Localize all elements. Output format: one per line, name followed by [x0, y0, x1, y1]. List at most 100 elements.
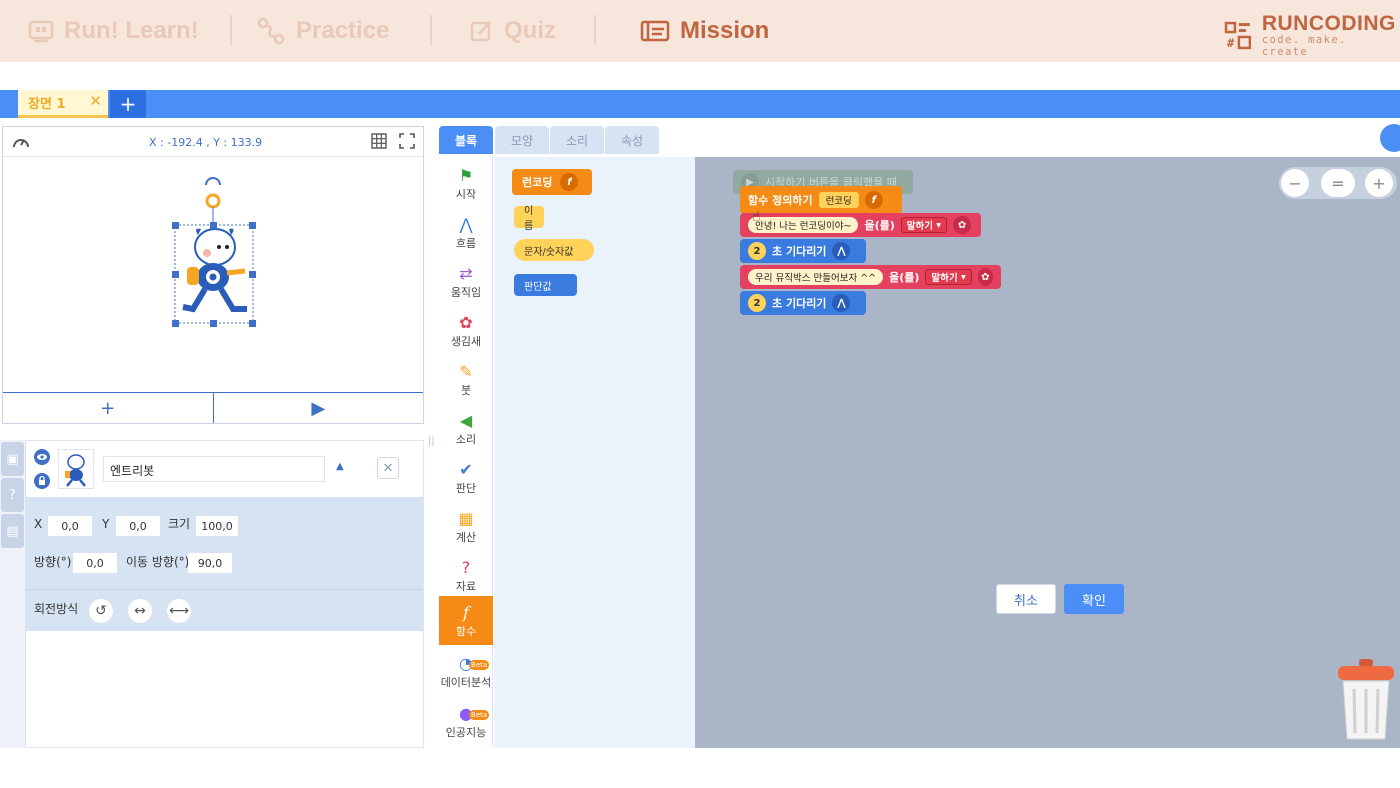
- question-icon: ?: [461, 557, 471, 577]
- wait-seconds-input[interactable]: 2: [748, 294, 766, 312]
- category-data[interactable]: ? 자료: [439, 551, 493, 600]
- say-block[interactable]: 우리 뮤직박스 만들어보자 ^^ 을(를) 말하기 ▾ ✿: [740, 265, 1001, 289]
- console-tab-icon[interactable]: ▤: [1, 514, 24, 548]
- zoom-controls: − = +: [1279, 167, 1397, 199]
- nav-divider: [430, 15, 432, 45]
- zoom-reset-button[interactable]: =: [1321, 169, 1355, 197]
- add-scene-button[interactable]: +: [110, 90, 146, 118]
- mouse-coordinates: X : -192.4 , Y : 133.9: [149, 136, 263, 149]
- category-ai[interactable]: ● Beta 인공지능: [439, 697, 493, 746]
- stage-canvas[interactable]: [3, 157, 423, 393]
- nav-divider: [594, 15, 596, 45]
- category-flow[interactable]: ⋀ 흐름: [439, 208, 493, 257]
- collapse-triangle-icon[interactable]: ▲: [336, 461, 344, 472]
- rotation-label: 회전방식: [34, 602, 79, 616]
- confirm-button[interactable]: 확인: [1064, 584, 1124, 614]
- rotate-free-icon[interactable]: ↺: [89, 599, 113, 623]
- fullscreen-icon[interactable]: [399, 133, 415, 149]
- object-side-tabs: ▣ ? ▤: [0, 440, 25, 748]
- palette-name-block[interactable]: 이름: [514, 206, 544, 232]
- check-icon: ✔: [459, 459, 473, 479]
- lock-icon[interactable]: [34, 473, 50, 489]
- object-header: 엔트리봇 ▲ ✕: [26, 441, 423, 497]
- rotate-none-icon[interactable]: ⟷: [167, 599, 191, 623]
- nav-run-learn-label: Run! Learn!: [64, 17, 199, 44]
- stage-resize-handle[interactable]: ||: [428, 436, 435, 454]
- flow-icon: ⋀: [459, 214, 473, 234]
- category-function[interactable]: f 함수: [439, 596, 493, 645]
- calculator-icon: ▦: [458, 508, 474, 528]
- code-workspace[interactable]: ▶ 시작하기 버튼을 클릭했을 때 함수 정의하기 런코딩 f 안녕! 나는 런…: [695, 157, 1400, 748]
- trash-can-icon[interactable]: [1335, 657, 1397, 743]
- scene-tab[interactable]: 장면 1 ✕: [18, 90, 108, 118]
- wait-block[interactable]: 2 초 기다리기 ⋀: [740, 291, 866, 315]
- say-text-input[interactable]: 안녕! 나는 런코딩이야~: [748, 217, 859, 233]
- palette-function-block[interactable]: 런코딩 f: [512, 169, 592, 195]
- objects-tab-icon[interactable]: ▣: [1, 442, 24, 476]
- zoom-out-button[interactable]: −: [1281, 169, 1309, 197]
- say-mode-dropdown[interactable]: 말하기 ▾: [900, 217, 948, 233]
- close-icon[interactable]: ✕: [89, 92, 102, 110]
- delete-object-button[interactable]: ✕: [377, 457, 399, 479]
- category-sound[interactable]: ◀ 소리: [439, 404, 493, 453]
- category-judge[interactable]: ✔ 판단: [439, 453, 493, 502]
- beta-badge: Beta: [469, 659, 490, 670]
- tab-sounds[interactable]: 소리: [550, 126, 604, 154]
- say-text-input[interactable]: 우리 뮤직박스 만들어보자 ^^: [748, 269, 884, 285]
- nav-mission[interactable]: Mission: [640, 0, 769, 62]
- object-properties: X 0,0 Y 0,0 크기 100,0 방향(°) 0,0 이동 방향(°) …: [26, 497, 423, 631]
- grid-icon[interactable]: [371, 133, 387, 149]
- nav-quiz[interactable]: Quiz: [470, 0, 556, 62]
- speedometer-icon[interactable]: [11, 133, 31, 151]
- wait-block[interactable]: 2 초 기다리기 ⋀: [740, 239, 866, 263]
- brush-icon: ✎: [459, 361, 473, 381]
- category-calc[interactable]: ▦ 계산: [439, 502, 493, 551]
- nav-practice[interactable]: Practice: [256, 0, 389, 62]
- run-button[interactable]: ▶: [212, 393, 424, 423]
- monitor-icon: [28, 20, 54, 43]
- hand-cursor-icon: ☝: [752, 209, 761, 225]
- palette-boolean-block[interactable]: 판단값: [514, 274, 577, 296]
- x-field[interactable]: 0,0: [48, 516, 92, 536]
- function-name-pill[interactable]: 런코딩: [818, 192, 859, 208]
- scene-tab-bar: 장면 1 ✕ +: [0, 90, 1400, 118]
- cancel-button[interactable]: 취소: [996, 584, 1056, 614]
- category-sidebar: ⚑ 시작 ⋀ 흐름 ⇄ 움직임 ✿ 생김새 ✎ 붓 ◀ 소리 ✔ 판단 ▦ 계산 ? 자료 f 함수…: [439, 157, 493, 748]
- category-move[interactable]: ⇄ 움직임: [439, 257, 493, 306]
- nav-run-learn[interactable]: Run! Learn!: [28, 0, 199, 62]
- say-block[interactable]: 안녕! 나는 런코딩이야~ 을(를) 말하기 ▾ ✿: [740, 213, 981, 237]
- direction-field[interactable]: 0,0: [73, 553, 117, 573]
- looks-icon: ✿: [953, 216, 972, 234]
- tab-shapes[interactable]: 모양: [495, 126, 549, 154]
- tab-properties[interactable]: 속성: [605, 126, 659, 154]
- move-direction-field[interactable]: 90,0: [188, 553, 232, 573]
- wait-seconds-input[interactable]: 2: [748, 242, 766, 260]
- zoom-in-button[interactable]: +: [1365, 169, 1393, 197]
- looks-icon: ✿: [459, 312, 473, 332]
- add-object-button[interactable]: +: [3, 393, 213, 423]
- top-navigation: Run! Learn! Practice Quiz Mission # RUNC…: [0, 0, 1400, 62]
- tab-blocks[interactable]: 블록: [439, 126, 493, 154]
- say-mode-dropdown[interactable]: 말하기 ▾: [925, 269, 972, 285]
- looks-icon: ✿: [977, 268, 993, 286]
- category-data-analysis[interactable]: ◔ Beta 데이터분석: [439, 647, 493, 696]
- runcoding-logo-icon: #: [1224, 21, 1252, 50]
- ai-icon: ● Beta: [459, 703, 490, 723]
- category-start[interactable]: ⚑ 시작: [439, 159, 493, 208]
- nav-divider: [230, 15, 232, 45]
- visibility-eye-icon[interactable]: [34, 449, 50, 465]
- nav-practice-label: Practice: [296, 17, 390, 44]
- category-brush[interactable]: ✎ 붓: [439, 355, 493, 404]
- brand-logo: # RUNCODING code. make. create: [1224, 13, 1400, 58]
- entrybot-sprite[interactable]: [163, 177, 263, 327]
- object-name-field[interactable]: 엔트리봇: [103, 456, 325, 482]
- help-tab-icon[interactable]: ?: [1, 478, 24, 512]
- rotate-horizontal-icon[interactable]: ↔: [128, 599, 152, 623]
- stage-header: X : -192.4 , Y : 133.9: [3, 127, 423, 157]
- size-field[interactable]: 100,0: [196, 516, 238, 536]
- palette-string-block[interactable]: 문자/숫자값: [514, 239, 594, 261]
- category-looks[interactable]: ✿ 생김새: [439, 306, 493, 355]
- chat-icon[interactable]: [1380, 124, 1400, 152]
- y-field[interactable]: 0,0: [116, 516, 160, 536]
- function-define-block[interactable]: 함수 정의하기 런코딩 f: [740, 186, 902, 214]
